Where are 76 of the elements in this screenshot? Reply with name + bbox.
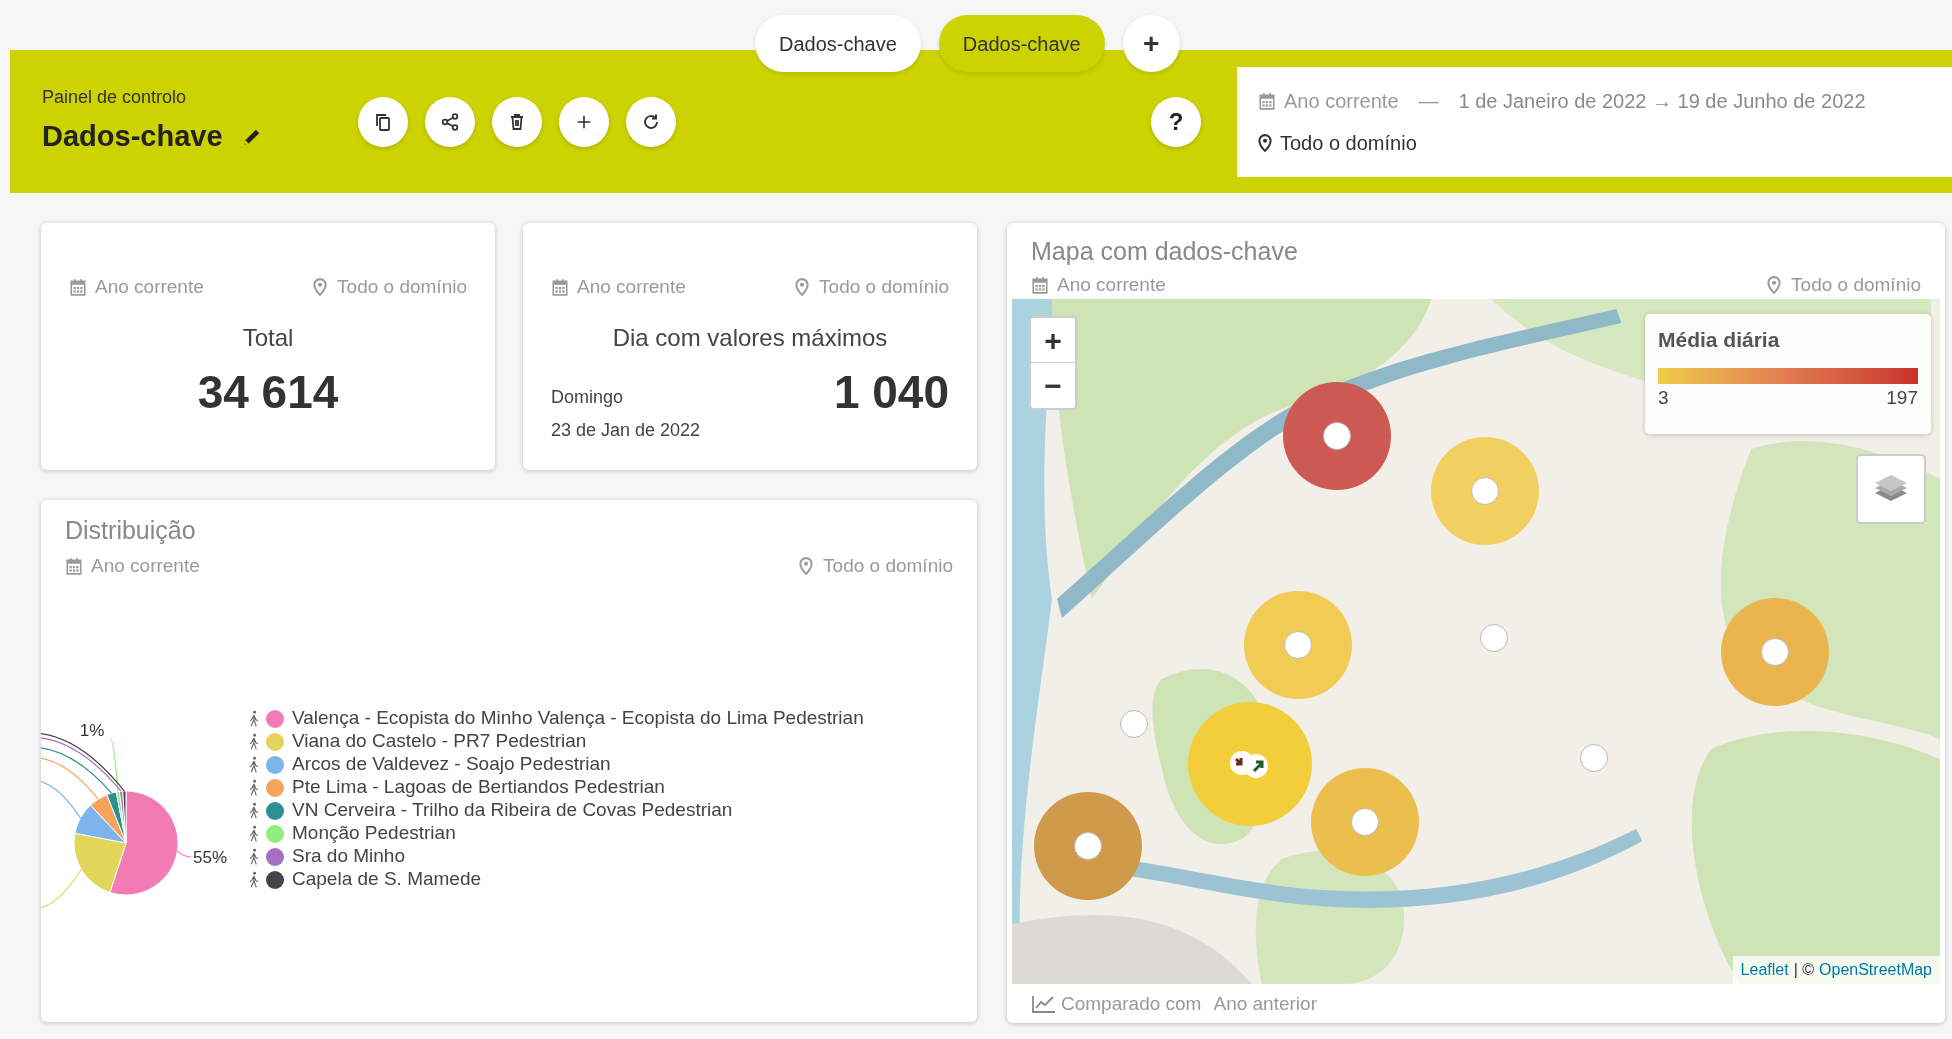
add-button[interactable] bbox=[559, 96, 609, 147]
kpi-value: 34 614 bbox=[196, 364, 340, 420]
period-label: Ano corrente bbox=[1284, 88, 1399, 114]
walker-icon bbox=[248, 755, 260, 774]
legend-label: VN Cerveira - Trilho da Ribeira de Covas Pedestrian bbox=[292, 798, 733, 823]
data-label: 55% bbox=[193, 848, 228, 867]
walker-icon bbox=[248, 824, 260, 843]
card-title: Distribuição bbox=[64, 515, 197, 546]
period-label: Ano corrente bbox=[1057, 272, 1166, 297]
walker-icon bbox=[248, 801, 260, 820]
legend-label: Sra do Minho bbox=[292, 844, 405, 869]
dashboard-subtitle: Painel de controlo bbox=[42, 86, 188, 110]
card-title: Mapa com dados-chave bbox=[1030, 236, 1299, 267]
period-label: Ano corrente bbox=[91, 553, 200, 578]
calendar-icon bbox=[551, 278, 569, 297]
legend-label: Viana do Castelo - PR7 Pedestrian bbox=[292, 729, 587, 754]
calendar-icon bbox=[69, 278, 87, 297]
refresh-button[interactable] bbox=[626, 96, 676, 147]
attribution-text: | © bbox=[1793, 960, 1815, 980]
trend-chart-icon bbox=[1031, 994, 1057, 1015]
separator-dash: — bbox=[1418, 88, 1439, 114]
copy-button[interactable] bbox=[358, 96, 408, 147]
leader-line bbox=[41, 868, 82, 910]
legend-label: Capela de S. Mamede bbox=[292, 867, 482, 892]
calendar-icon bbox=[65, 556, 83, 575]
leader-line bbox=[176, 850, 192, 858]
legend-label: Monção Pedestrian bbox=[292, 821, 456, 846]
legend-label: Valença - Ecopista do Minho Valença - Ecopista do Lima Pedestrian bbox=[292, 706, 864, 731]
openstreetmap-link[interactable]: OpenStreetMap bbox=[1819, 958, 1932, 982]
date-label: 23 de Jan de 2022 bbox=[551, 418, 701, 442]
weekday-label: Domingo bbox=[551, 385, 625, 409]
kpi-label: Total bbox=[241, 322, 295, 353]
legend-label: Pte Lima - Lagoas de Bertiandos Pedestrian bbox=[292, 775, 665, 800]
calendar-icon bbox=[1031, 275, 1049, 294]
legend-label: Arcos de Valdevez - Soajo Pedestrian bbox=[292, 752, 611, 777]
walker-icon bbox=[248, 732, 260, 751]
kpi-value: 1 040 bbox=[833, 364, 949, 420]
walker-icon bbox=[248, 847, 260, 866]
walker-icon bbox=[248, 870, 260, 889]
walker-icon bbox=[248, 778, 260, 797]
filter-panel[interactable]: Ano corrente — 1 de Janeiro de 2022 → 19 de Junho de 2022 Todo o domínio bbox=[1237, 66, 1952, 177]
share-button[interactable] bbox=[425, 96, 475, 147]
walker-icon bbox=[248, 709, 260, 728]
zoom-in-button[interactable]: + bbox=[1031, 318, 1075, 363]
calendar-icon bbox=[1258, 91, 1276, 110]
location-pin-icon bbox=[1767, 275, 1782, 294]
copy-icon bbox=[373, 111, 393, 132]
delete-button[interactable] bbox=[492, 96, 542, 147]
dashboard-tab[interactable]: Dados-chave bbox=[938, 15, 1105, 72]
comparison-value: Ano anterior bbox=[1213, 992, 1317, 1016]
period-label: Ano corrente bbox=[95, 275, 204, 299]
scope-label: Todo o domínio bbox=[1280, 130, 1417, 156]
share-icon bbox=[440, 111, 460, 132]
scope-label: Todo o domínio bbox=[823, 553, 953, 578]
leaflet-link[interactable]: Leaflet bbox=[1740, 958, 1789, 982]
location-pin-icon bbox=[1258, 133, 1272, 152]
zoom-out-button[interactable]: − bbox=[1031, 363, 1075, 408]
comparison-label: Comparado com bbox=[1061, 992, 1202, 1016]
layers-button[interactable] bbox=[1856, 454, 1926, 524]
location-pin-icon bbox=[795, 278, 810, 297]
period-label: Ano corrente bbox=[577, 275, 686, 299]
map[interactable]: + − Média diária 3 197 Leaflet | © OpenStreetMap bbox=[1012, 299, 1940, 984]
scope-label: Todo o domínio bbox=[1791, 272, 1921, 297]
dashboard-title: Dados-chave bbox=[42, 119, 223, 155]
scale-min: 3 bbox=[1658, 385, 1669, 410]
date-range: 1 de Janeiro de 2022 → 19 de Junho de 2022 bbox=[1458, 88, 1866, 114]
kpi-label: Dia com valores máximos bbox=[611, 322, 889, 353]
scale-max: 197 bbox=[1886, 385, 1918, 410]
scope-label: Todo o domínio bbox=[819, 275, 949, 299]
scope-label: Todo o domínio bbox=[337, 275, 467, 299]
location-pin-icon bbox=[313, 278, 328, 297]
location-pin-icon bbox=[799, 556, 814, 575]
legend-title: Média diária bbox=[1658, 327, 1781, 353]
dashboard-tab[interactable]: Dados-chave bbox=[755, 15, 921, 72]
help-button[interactable]: ? bbox=[1151, 96, 1201, 147]
data-label: 1% bbox=[79, 721, 105, 740]
